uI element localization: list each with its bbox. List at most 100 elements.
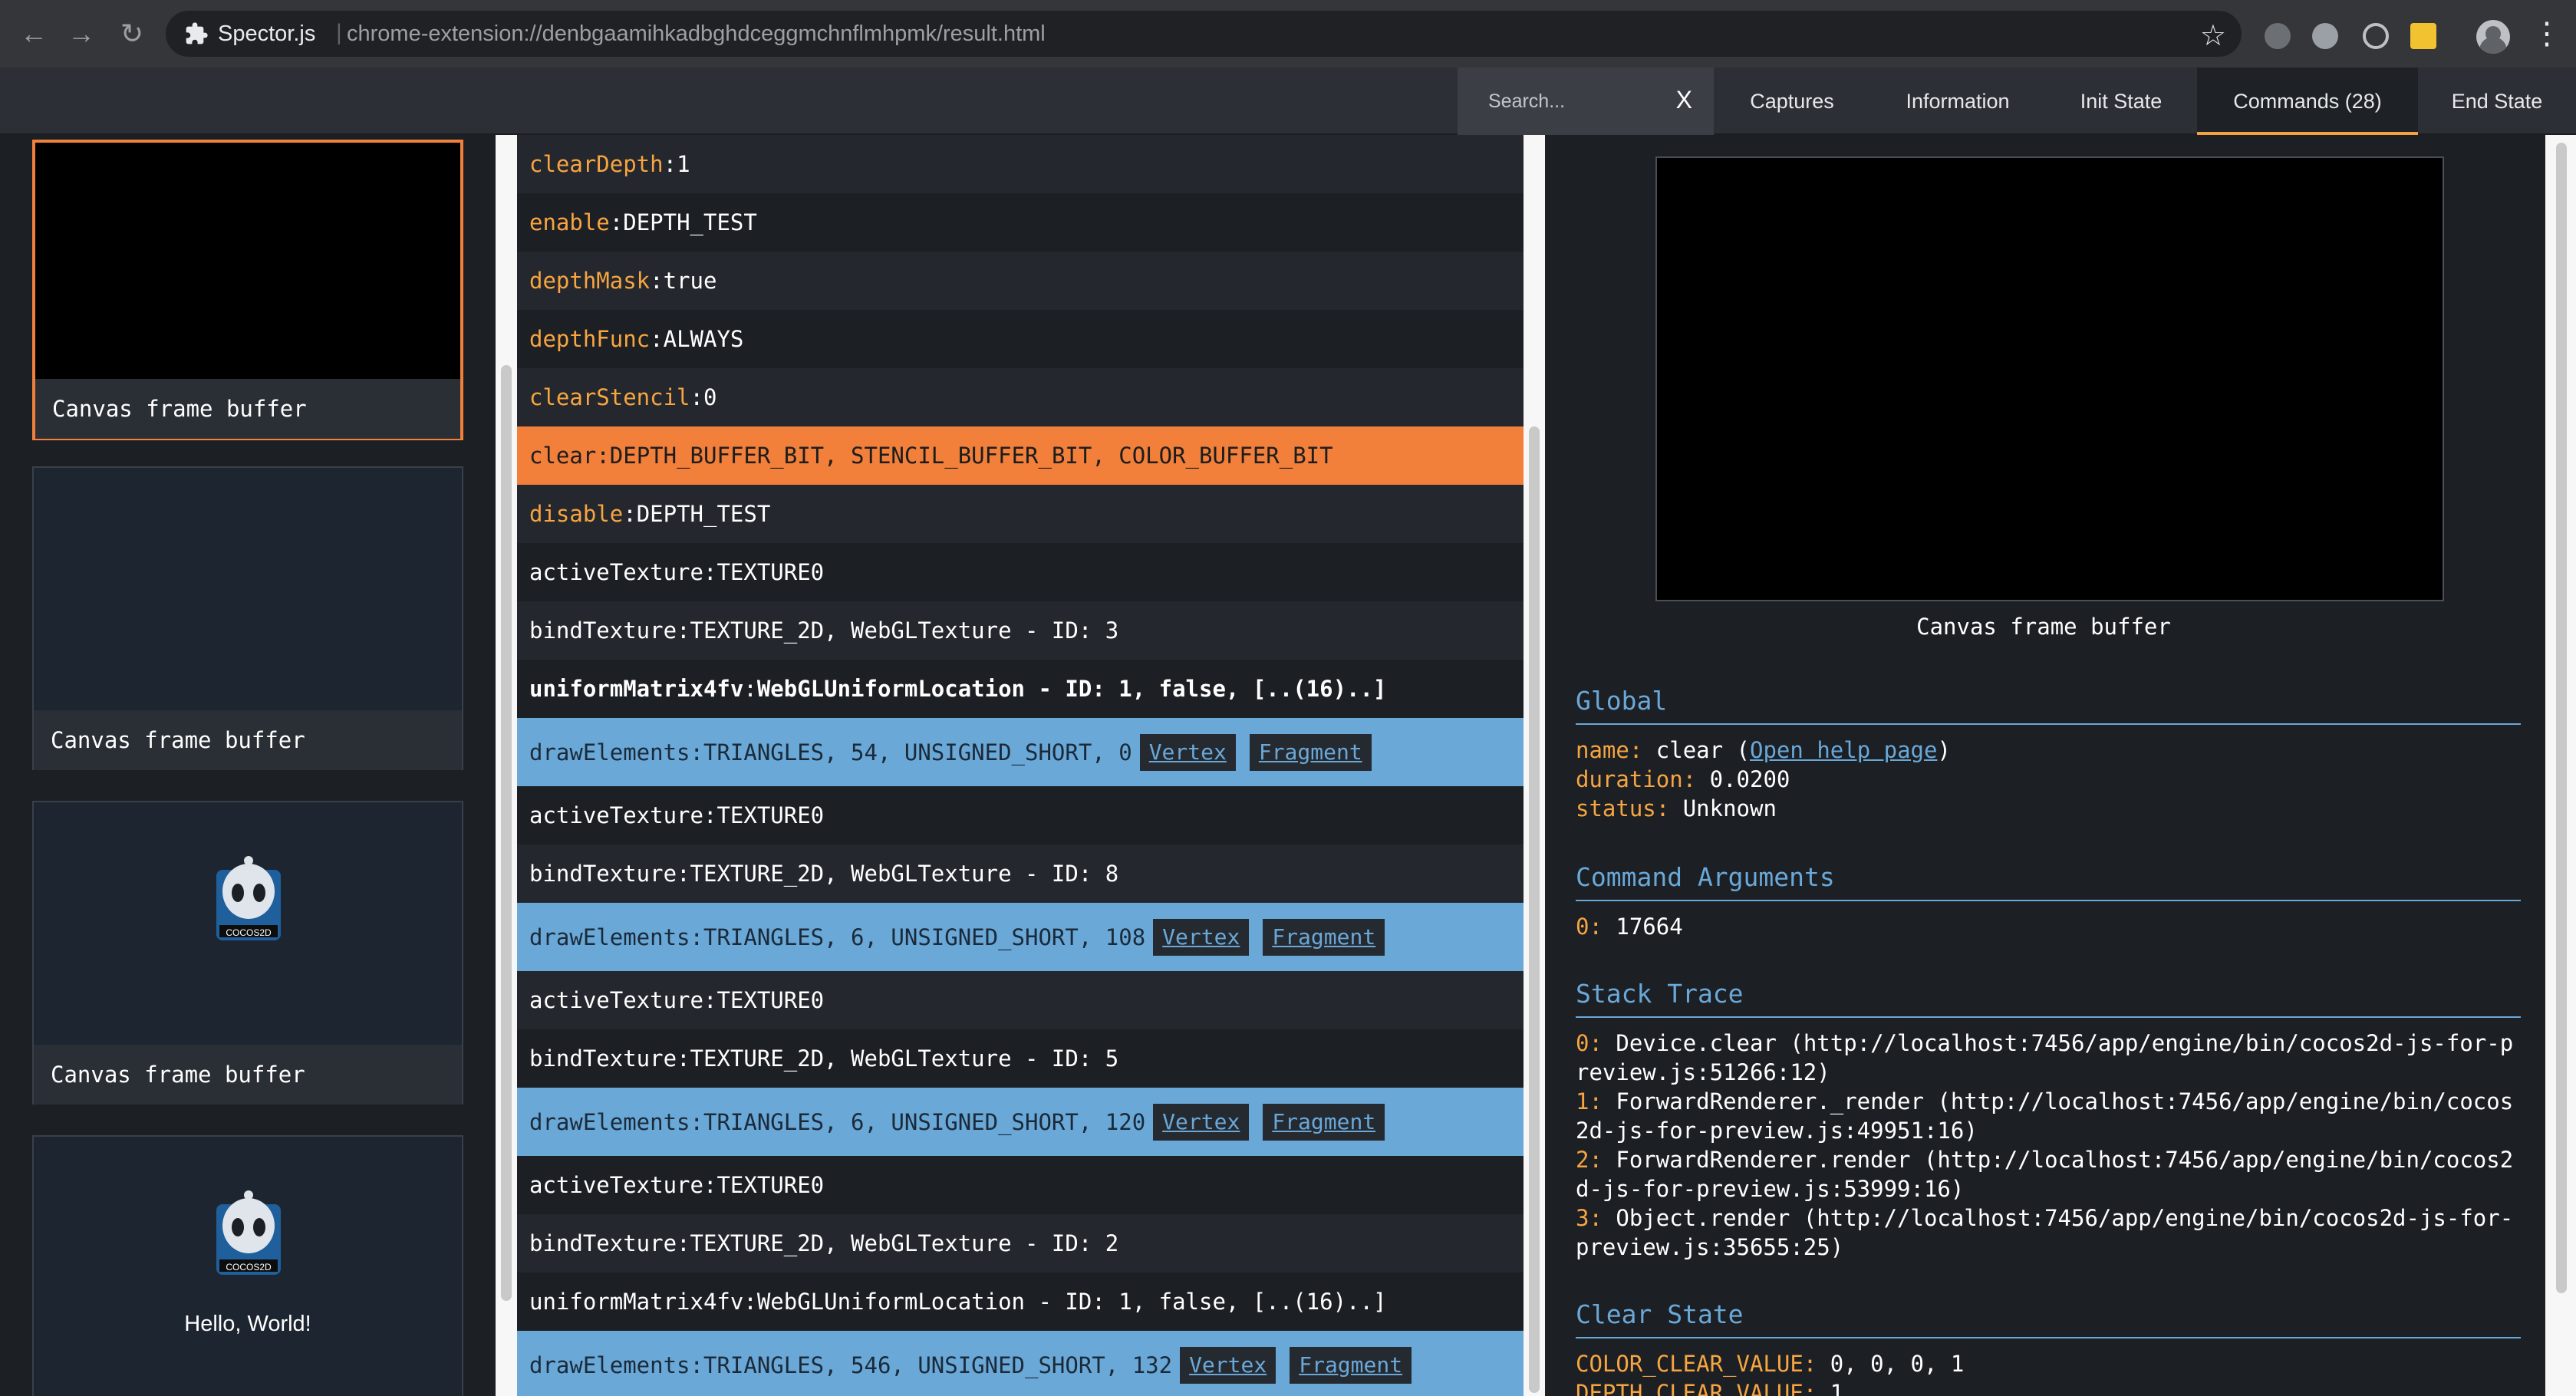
command-row[interactable]: drawElements: TRIANGLES, 546, UNSIGNED_S…: [517, 1331, 1524, 1396]
command-row[interactable]: bindTexture: TEXTURE_2D, WebGLTexture - …: [517, 1029, 1524, 1088]
command-row[interactable]: activeTexture: TEXTURE0: [517, 1156, 1524, 1214]
tab-init-state[interactable]: Init State: [2045, 67, 2197, 135]
command-name: clearDepth: [529, 151, 664, 177]
visual-state-thumbnail[interactable]: Canvas frame buffer: [32, 140, 463, 440]
forward-icon[interactable]: →: [64, 17, 98, 51]
detail-scrollbar[interactable]: [2545, 135, 2576, 1396]
command-arguments: WebGLUniformLocation - ID: 1, false, [..…: [756, 1289, 1387, 1315]
command-row[interactable]: uniformMatrix4fv: WebGLUniformLocation -…: [517, 660, 1524, 718]
visual-state-thumbnail[interactable]: COCOS2D Hello, World!: [32, 1135, 463, 1396]
command-arguments: TEXTURE_2D, WebGLTexture - ID: 3: [690, 617, 1119, 644]
global-section: Global name: clear (Open help page) dura…: [1576, 686, 2521, 823]
command-separator: :: [596, 443, 610, 469]
vertex-shader-button[interactable]: Vertex: [1153, 918, 1250, 956]
open-help-link[interactable]: Open help page: [1750, 737, 1937, 763]
tab-information[interactable]: Information: [1870, 67, 2045, 135]
command-row[interactable]: clear: DEPTH_BUFFER_BIT, STENCIL_BUFFER_…: [517, 426, 1524, 485]
command-name: activeTexture: [529, 559, 703, 585]
reload-icon[interactable]: ↻: [115, 17, 149, 51]
command-name: uniformMatrix4fv: [529, 676, 744, 702]
vertex-shader-button[interactable]: Vertex: [1139, 733, 1236, 771]
command-row[interactable]: disable: DEPTH_TEST: [517, 485, 1524, 543]
page-url[interactable]: chrome-extension://denbgaamihkadbghdcegg…: [347, 21, 1046, 47]
fragment-shader-button[interactable]: Fragment: [1249, 733, 1372, 771]
command-arguments: TEXTURE0: [716, 987, 825, 1013]
command-row[interactable]: activeTexture: TEXTURE0: [517, 543, 1524, 601]
profile-avatar[interactable]: [2476, 20, 2510, 54]
command-name: drawElements: [529, 1108, 690, 1135]
tab-commands[interactable]: Commands (28): [2197, 67, 2418, 135]
command-arguments: DEPTH_TEST: [636, 501, 771, 527]
command-row[interactable]: depthMask: true: [517, 252, 1524, 310]
command-row[interactable]: drawElements: TRIANGLES, 6, UNSIGNED_SHO…: [517, 1088, 1524, 1156]
command-arguments: ALWAYS: [663, 326, 744, 352]
command-separator: :: [650, 268, 664, 294]
command-name: disable: [529, 501, 624, 527]
command-separator: :: [623, 501, 637, 527]
command-separator: :: [743, 1289, 757, 1315]
command-row[interactable]: enable: DEPTH_TEST: [517, 193, 1524, 252]
visual-state-list: Canvas frame buffer Canvas frame buffer …: [0, 135, 491, 1396]
command-row[interactable]: clearStencil: 0: [517, 368, 1524, 426]
fragment-shader-button[interactable]: Fragment: [1290, 1346, 1412, 1384]
command-separator: :: [743, 676, 757, 702]
command-separator: :: [609, 209, 624, 235]
scrollbar-thumb[interactable]: [1529, 426, 1540, 1393]
command-arguments: WebGLUniformLocation - ID: 1, false, [..…: [756, 676, 1387, 702]
command-arguments: TRIANGLES, 54, UNSIGNED_SHORT, 0: [703, 739, 1132, 765]
command-row[interactable]: uniformMatrix4fv: WebGLUniformLocation -…: [517, 1273, 1524, 1331]
command-arguments-section: Command Arguments 0: 17664: [1576, 862, 2521, 941]
address-bar[interactable]: Spector.js | chrome-extension://denbgaam…: [166, 11, 2242, 57]
command-row[interactable]: activeTexture: TEXTURE0: [517, 971, 1524, 1029]
scrollbar-thumb[interactable]: [2556, 143, 2567, 1293]
vertex-shader-button[interactable]: Vertex: [1180, 1346, 1276, 1384]
command-separator: :: [690, 384, 703, 410]
bookmark-star-icon[interactable]: ☆: [2200, 18, 2226, 53]
left-scrollbar[interactable]: [496, 135, 517, 1396]
scrollbar-thumb[interactable]: [501, 365, 512, 1301]
command-arguments: 0: [703, 384, 717, 410]
command-row[interactable]: drawElements: TRIANGLES, 6, UNSIGNED_SHO…: [517, 903, 1524, 971]
command-search-input[interactable]: Search... X: [1458, 67, 1714, 135]
extension-shield-icon[interactable]: [2265, 23, 2291, 49]
vertex-shader-button[interactable]: Vertex: [1153, 1103, 1250, 1141]
command-separator: :: [703, 987, 717, 1013]
command-arguments: TEXTURE0: [716, 1172, 825, 1198]
tab-end-state[interactable]: End State: [2418, 67, 2576, 135]
command-row[interactable]: bindTexture: TEXTURE_2D, WebGLTexture - …: [517, 1214, 1524, 1273]
status-row: status: Unknown: [1576, 795, 1777, 821]
command-name: drawElements: [529, 924, 690, 950]
browser-menu-icon[interactable]: ⋮: [2532, 17, 2562, 51]
fragment-shader-button[interactable]: Fragment: [1263, 918, 1385, 956]
command-row[interactable]: depthFunc: ALWAYS: [517, 310, 1524, 368]
command-separator: :: [677, 1230, 690, 1256]
visual-state-thumbnail[interactable]: Canvas frame buffer: [32, 466, 463, 770]
extension-ring-icon[interactable]: [2363, 23, 2389, 49]
stack-trace-section: Stack Trace 0: Device.clear (http://loca…: [1576, 979, 2521, 1262]
extension-spector-icon[interactable]: [2410, 23, 2436, 49]
command-name: depthFunc: [529, 326, 651, 352]
extension-circle-icon[interactable]: [2312, 23, 2338, 49]
command-row[interactable]: bindTexture: TEXTURE_2D, WebGLTexture - …: [517, 601, 1524, 660]
stack-frame: 3: Object.render (http://localhost:7456/…: [1576, 1205, 2514, 1260]
fragment-shader-button[interactable]: Fragment: [1263, 1103, 1385, 1141]
command-arguments: TRIANGLES, 6, UNSIGNED_SHORT, 120: [703, 1108, 1146, 1135]
command-row[interactable]: drawElements: TRIANGLES, 54, UNSIGNED_SH…: [517, 718, 1524, 786]
visual-state-thumbnail[interactable]: COCOS2D Canvas frame buffer: [32, 801, 463, 1105]
site-name: Spector.js: [218, 21, 316, 46]
tab-captures[interactable]: Captures: [1714, 67, 1870, 135]
command-row[interactable]: clearDepth: 1: [517, 135, 1524, 193]
command-separator: :: [677, 617, 690, 644]
back-icon[interactable]: ←: [17, 17, 51, 51]
command-row[interactable]: bindTexture: TEXTURE_2D, WebGLTexture - …: [517, 845, 1524, 903]
search-clear-button[interactable]: X: [1676, 86, 1692, 114]
extension-puzzle-icon: [186, 22, 208, 44]
command-name: bindTexture: [529, 1045, 677, 1072]
command-row[interactable]: activeTexture: TEXTURE0: [517, 786, 1524, 845]
command-name: activeTexture: [529, 1172, 703, 1198]
thumbnail-label: Canvas frame buffer: [34, 1045, 462, 1105]
command-name: uniformMatrix4fv: [529, 1289, 744, 1315]
thumbnail-label: Canvas frame buffer: [35, 379, 460, 439]
command-separator: :: [677, 861, 690, 887]
command-scrollbar[interactable]: [1524, 135, 1545, 1396]
